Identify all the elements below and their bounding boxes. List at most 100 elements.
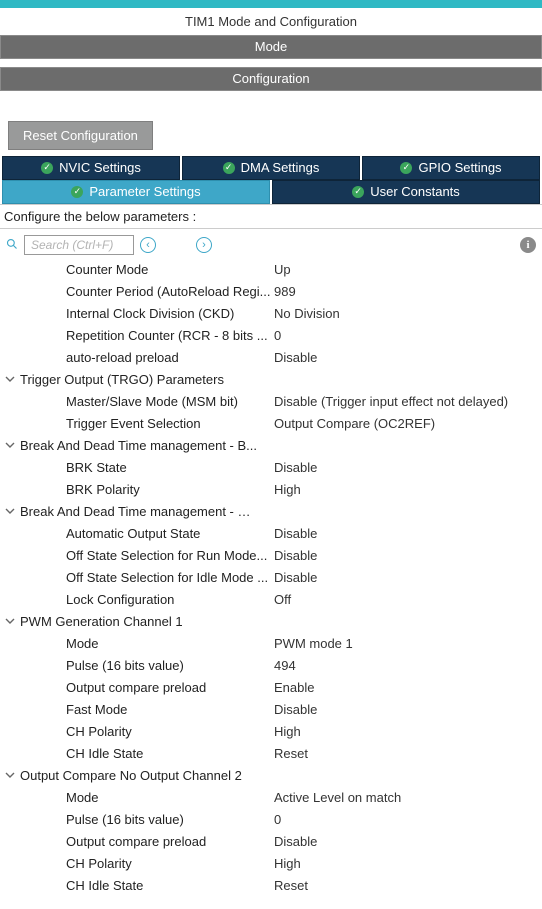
param-label: Off State Selection for Run Mode... bbox=[0, 547, 274, 565]
param-label: Master/Slave Mode (MSM bit) bbox=[0, 393, 274, 411]
param-row[interactable]: CH PolarityHigh bbox=[0, 721, 542, 743]
param-value[interactable]: Disable bbox=[274, 833, 542, 851]
group-title: Trigger Output (TRGO) Parameters bbox=[20, 371, 224, 389]
chevron-down-icon bbox=[0, 767, 20, 785]
config-section-header[interactable]: Configuration bbox=[0, 67, 542, 91]
param-row[interactable]: Repetition Counter (RCR - 8 bits ...0 bbox=[0, 325, 542, 347]
param-label: Counter Mode bbox=[0, 261, 274, 279]
param-label: Trigger Event Selection bbox=[0, 415, 274, 433]
param-row[interactable]: CH Idle StateReset bbox=[0, 743, 542, 765]
param-value[interactable]: Disable bbox=[274, 701, 542, 719]
tab-user-constants[interactable]: ✓ User Constants bbox=[272, 180, 540, 204]
param-label: Internal Clock Division (CKD) bbox=[0, 305, 274, 323]
param-label: Counter Period (AutoReload Regi... bbox=[0, 283, 274, 301]
group-header[interactable]: Trigger Output (TRGO) Parameters bbox=[0, 369, 542, 391]
parameter-list: Counter ModeUpCounter Period (AutoReload… bbox=[0, 259, 542, 909]
param-row[interactable]: Pulse (16 bits value)0 bbox=[0, 809, 542, 831]
group-header[interactable]: Break And Dead Time management - Ou... bbox=[0, 501, 542, 523]
param-row[interactable]: Output compare preloadDisable bbox=[0, 831, 542, 853]
param-value[interactable]: 0 bbox=[274, 327, 542, 345]
tab-dma-settings[interactable]: ✓ DMA Settings bbox=[182, 156, 360, 180]
param-row[interactable]: Output compare preloadEnable bbox=[0, 677, 542, 699]
info-icon[interactable]: i bbox=[520, 237, 536, 253]
group-header[interactable]: Output Compare No Output Channel 2 bbox=[0, 765, 542, 787]
search-input[interactable] bbox=[24, 235, 134, 255]
param-value[interactable]: Reset bbox=[274, 877, 542, 895]
tab-label: GPIO Settings bbox=[418, 160, 501, 175]
reset-configuration-button[interactable]: Reset Configuration bbox=[8, 121, 153, 150]
param-row[interactable]: BRK StateDisable bbox=[0, 457, 542, 479]
tab-nvic-settings[interactable]: ✓ NVIC Settings bbox=[2, 156, 180, 180]
param-row[interactable]: Off State Selection for Idle Mode ...Dis… bbox=[0, 567, 542, 589]
param-row[interactable]: CH PolarityHigh bbox=[0, 853, 542, 875]
param-label: auto-reload preload bbox=[0, 349, 274, 367]
param-row[interactable]: Master/Slave Mode (MSM bit)Disable (Trig… bbox=[0, 391, 542, 413]
check-icon: ✓ bbox=[71, 186, 83, 198]
group-header[interactable]: PWM Generation Channel 1 bbox=[0, 611, 542, 633]
param-value[interactable]: 0 bbox=[274, 811, 542, 829]
param-value[interactable]: High bbox=[274, 481, 542, 499]
group-title: Break And Dead Time management - B... bbox=[20, 437, 257, 455]
param-row[interactable]: Fast ModeDisable bbox=[0, 699, 542, 721]
param-value[interactable]: 494 bbox=[274, 657, 542, 675]
param-value[interactable]: Up bbox=[274, 261, 542, 279]
param-row[interactable]: CH Idle StateReset bbox=[0, 875, 542, 897]
param-row[interactable]: Counter ModeUp bbox=[0, 259, 542, 281]
param-row[interactable]: auto-reload preloadDisable bbox=[0, 347, 542, 369]
param-row[interactable]: Trigger Event SelectionOutput Compare (O… bbox=[0, 413, 542, 435]
param-label: Fast Mode bbox=[0, 701, 274, 719]
param-value[interactable]: High bbox=[274, 855, 542, 873]
param-label: Mode bbox=[0, 635, 274, 653]
param-label: Output compare preload bbox=[0, 833, 274, 851]
param-label: CH Polarity bbox=[0, 855, 274, 873]
check-icon: ✓ bbox=[400, 162, 412, 174]
param-row[interactable]: Internal Clock Division (CKD)No Division bbox=[0, 303, 542, 325]
tab-gpio-settings[interactable]: ✓ GPIO Settings bbox=[362, 156, 540, 180]
tab-label: NVIC Settings bbox=[59, 160, 141, 175]
next-match-button[interactable]: › bbox=[196, 237, 212, 253]
group-header[interactable]: Break And Dead Time management - B... bbox=[0, 435, 542, 457]
param-value[interactable]: Disable bbox=[274, 459, 542, 477]
param-row[interactable]: ModePWM mode 1 bbox=[0, 633, 542, 655]
param-value[interactable]: Active Level on match bbox=[274, 789, 542, 807]
tab-label: User Constants bbox=[370, 184, 460, 199]
configure-hint: Configure the below parameters : bbox=[0, 204, 542, 229]
group-title: PWM Generation Channel 1 bbox=[20, 613, 183, 631]
chevron-down-icon bbox=[0, 437, 20, 455]
param-value[interactable]: 989 bbox=[274, 283, 542, 301]
param-value[interactable]: Disable bbox=[274, 547, 542, 565]
param-value[interactable]: High bbox=[274, 723, 542, 741]
param-label: BRK State bbox=[0, 459, 274, 477]
param-row[interactable]: Counter Period (AutoReload Regi...989 bbox=[0, 281, 542, 303]
param-row[interactable]: Lock ConfigurationOff bbox=[0, 589, 542, 611]
param-value[interactable]: Disable bbox=[274, 569, 542, 587]
param-row[interactable]: Pulse (16 bits value)494 bbox=[0, 655, 542, 677]
param-row[interactable]: Off State Selection for Run Mode...Disab… bbox=[0, 545, 542, 567]
param-value[interactable]: PWM mode 1 bbox=[274, 635, 542, 653]
param-value[interactable]: Enable bbox=[274, 679, 542, 697]
param-value[interactable]: Disable bbox=[274, 349, 542, 367]
param-label: Output compare preload bbox=[0, 679, 274, 697]
group-title: Break And Dead Time management - Ou... bbox=[20, 503, 260, 521]
param-label: Pulse (16 bits value) bbox=[0, 657, 274, 675]
tab-parameter-settings[interactable]: ✓ Parameter Settings bbox=[2, 180, 270, 204]
param-row[interactable]: Automatic Output StateDisable bbox=[0, 523, 542, 545]
param-label: Automatic Output State bbox=[0, 525, 274, 543]
param-value[interactable]: Output Compare (OC2REF) bbox=[274, 415, 542, 433]
param-label: Off State Selection for Idle Mode ... bbox=[0, 569, 274, 587]
search-icon bbox=[6, 238, 18, 253]
param-label: Pulse (16 bits value) bbox=[0, 811, 274, 829]
param-value[interactable]: Disable (Trigger input effect not delaye… bbox=[274, 393, 542, 411]
param-value[interactable]: Disable bbox=[274, 525, 542, 543]
param-value[interactable]: No Division bbox=[274, 305, 542, 323]
check-icon: ✓ bbox=[352, 186, 364, 198]
param-row[interactable]: BRK PolarityHigh bbox=[0, 479, 542, 501]
check-icon: ✓ bbox=[223, 162, 235, 174]
mode-section-header[interactable]: Mode bbox=[0, 35, 542, 59]
param-label: CH Idle State bbox=[0, 877, 274, 895]
param-value[interactable]: Off bbox=[274, 591, 542, 609]
prev-match-button[interactable]: ‹ bbox=[140, 237, 156, 253]
chevron-down-icon bbox=[0, 371, 20, 389]
param-value[interactable]: Reset bbox=[274, 745, 542, 763]
param-label: BRK Polarity bbox=[0, 481, 274, 499]
